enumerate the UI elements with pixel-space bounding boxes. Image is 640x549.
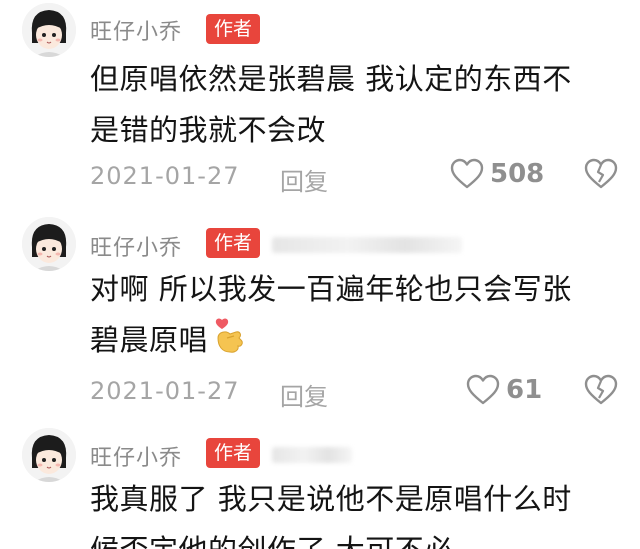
reply-button[interactable]: 回复 bbox=[280, 377, 328, 412]
dislike-button[interactable] bbox=[584, 374, 618, 410]
heart-hand-emoji bbox=[212, 316, 246, 372]
comment-date: 2021-01-27 bbox=[90, 377, 240, 405]
comment-line: 我真服了 我只是说他不是原唱什么时 bbox=[90, 482, 572, 516]
avatar[interactable] bbox=[22, 3, 76, 57]
like-button[interactable]: 508 bbox=[450, 158, 544, 190]
broken-heart-icon bbox=[584, 158, 618, 189]
broken-heart-icon bbox=[584, 374, 618, 405]
comment-text: 我真服了 我只是说他不是原唱什么时 候否定他的创作了 大可不必 bbox=[90, 474, 620, 549]
author-badge: 作者 bbox=[206, 438, 261, 468]
avatar[interactable] bbox=[22, 428, 76, 482]
username[interactable]: 旺仔小乔 bbox=[90, 14, 182, 46]
comment-text: 对啊 所以我发一百遍年轮也只会写张 碧晨原唱 bbox=[90, 264, 620, 372]
comment-date: 2021-01-27 bbox=[90, 162, 240, 190]
like-count: 61 bbox=[506, 375, 543, 405]
reply-button[interactable]: 回复 bbox=[280, 162, 328, 197]
comment-line: 碧晨原唱 bbox=[90, 315, 620, 372]
username[interactable]: 旺仔小乔 bbox=[90, 440, 182, 472]
comment-line: 但原唱依然是张碧晨 我认定的东西不 bbox=[90, 62, 572, 96]
comment-item: 旺仔小乔 作者 对啊 所以我发一百遍年轮也只会写张 碧晨原唱 2021-01-2… bbox=[0, 210, 640, 420]
comment-text: 但原唱依然是张碧晨 我认定的东西不 是错的我就不会改 bbox=[90, 54, 620, 156]
reply-target-blurred bbox=[272, 447, 352, 463]
comment-line: 候否定他的创作了 大可不必 bbox=[90, 525, 620, 549]
comment-item: 旺仔小乔 作者 但原唱依然是张碧晨 我认定的东西不 是错的我就不会改 2021-… bbox=[0, 0, 640, 200]
like-count: 508 bbox=[490, 159, 545, 189]
comment-item: 旺仔小乔 作者 我真服了 我只是说他不是原唱什么时 候否定他的创作了 大可不必 bbox=[0, 420, 640, 549]
author-badge: 作者 bbox=[206, 228, 261, 258]
author-badge: 作者 bbox=[206, 14, 261, 44]
dislike-button[interactable] bbox=[584, 158, 618, 194]
heart-outline-icon bbox=[450, 158, 484, 189]
avatar[interactable] bbox=[22, 217, 76, 271]
comment-line-text: 碧晨原唱 bbox=[90, 323, 209, 357]
heart-outline-icon bbox=[466, 374, 500, 405]
reply-target-blurred bbox=[272, 237, 462, 253]
comment-line: 是错的我就不会改 bbox=[90, 113, 327, 147]
like-button[interactable]: 61 bbox=[466, 374, 542, 406]
username[interactable]: 旺仔小乔 bbox=[90, 230, 182, 262]
comment-line: 对啊 所以我发一百遍年轮也只会写张 bbox=[90, 272, 572, 306]
